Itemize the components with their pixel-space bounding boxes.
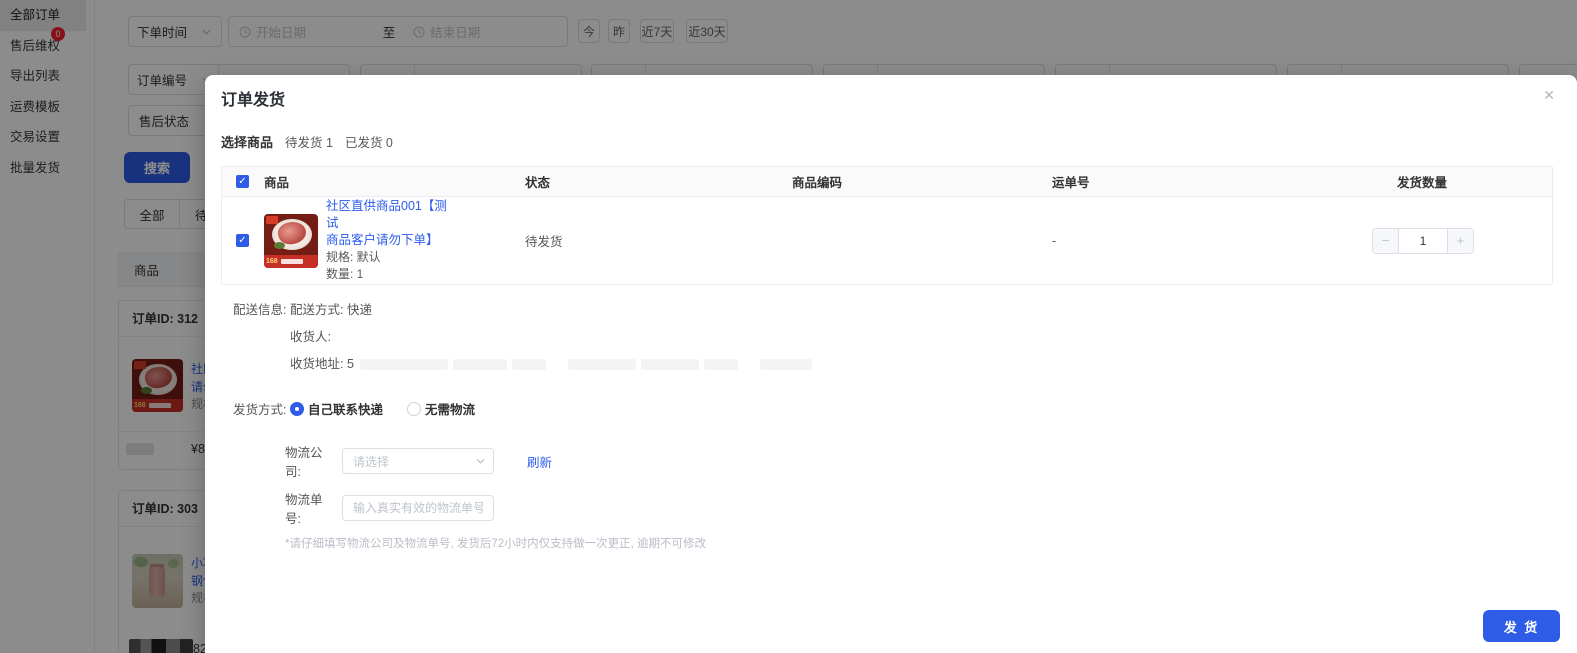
address-prefix: 收货地址: 5 [290, 351, 354, 378]
label-shape [266, 216, 278, 224]
col-waybill: 运单号 [1044, 172, 1294, 191]
shipment-product-table: ✓ 商品 状态 商品编码 运单号 发货数量 ✓ 168 [221, 166, 1553, 285]
col-status: 状态 [525, 172, 792, 191]
greens-shape [274, 242, 285, 249]
quantity-input[interactable] [1399, 229, 1447, 253]
product-qty: 数量: 1 [326, 266, 456, 283]
redacted-address [760, 359, 812, 370]
redacted-address [641, 359, 699, 370]
waybill-cell: - [1044, 234, 1294, 248]
product-name-link[interactable]: 社区直供商品001【测试 [326, 198, 456, 232]
status-cell: 待发货 [525, 231, 792, 250]
logistics-no-field: 物流单号: [285, 489, 494, 527]
chevron-down-icon [476, 458, 485, 464]
receiver: 收货人: [290, 324, 817, 351]
redacted-address [512, 359, 546, 370]
radio-option-self-express[interactable]: 自己联系快递 [290, 399, 383, 418]
redacted-address [704, 359, 738, 370]
col-ship-qty: 发货数量 [1294, 172, 1552, 191]
row-checkbox[interactable]: ✓ [236, 234, 249, 247]
select-product-label: 选择商品 [221, 132, 273, 151]
modal-title: 订单发货 [221, 86, 285, 110]
select-product-summary: 选择商品 待发货 1 已发货 0 [221, 132, 393, 151]
ship-method-label: 发货方式: [233, 399, 290, 418]
logistics-no-label: 物流单号: [285, 489, 337, 527]
refresh-link[interactable]: 刷新 [527, 452, 552, 471]
shipped-count: 已发货 0 [345, 132, 393, 151]
product-cell: 168 社区直供商品001【测试 商品客户请勿下单】 规格: 默认 数量: 1 [262, 198, 525, 283]
delivery-method: 配送方式: 快递 [290, 297, 817, 324]
logistics-company-field: 物流公司: 请选择 刷新 [285, 442, 552, 480]
delivery-info-section: 配送信息: 配送方式: 快递 收货人: 收货地址: 5 [233, 297, 817, 378]
product-name-link[interactable]: 商品客户请勿下单】 [326, 232, 456, 249]
table-row: ✓ 168 社区直供商品001【测试 商品客户请勿下单 [222, 197, 1552, 284]
logistics-company-select[interactable]: 请选择 [342, 448, 494, 474]
price-tag: 168 [264, 258, 278, 265]
product-name-block: 社区直供商品001【测试 商品客户请勿下单】 规格: 默认 数量: 1 [326, 198, 456, 283]
logistics-company-placeholder: 请选择 [353, 453, 476, 470]
logistics-no-input[interactable] [342, 495, 494, 521]
table-header-row: ✓ 商品 状态 商品编码 运单号 发货数量 [222, 167, 1552, 197]
radio-option-no-logistics[interactable]: 无需物流 [407, 399, 475, 418]
col-code: 商品编码 [792, 172, 1044, 191]
radio-label: 无需物流 [425, 399, 475, 418]
delivery-info-content: 配送方式: 快递 收货人: 收货地址: 5 [290, 297, 817, 378]
ship-method-section: 发货方式: 自己联系快递 无需物流 [233, 395, 499, 422]
logistics-company-label: 物流公司: [285, 442, 337, 480]
redacted-address [360, 359, 448, 370]
ship-submit-button[interactable]: 发 货 [1483, 610, 1560, 642]
ship-qty-cell: − + [1294, 228, 1552, 254]
close-icon[interactable]: ✕ [1543, 86, 1555, 104]
meat-product-image: 168 [264, 214, 318, 268]
redacted-address [453, 359, 507, 370]
strip-text-shape [281, 259, 303, 264]
receiver-address: 收货地址: 5 [290, 351, 817, 378]
radio-label: 自己联系快递 [308, 399, 383, 418]
price-strip: 168 [264, 255, 318, 268]
redacted-address [568, 359, 636, 370]
plus-button[interactable]: + [1447, 229, 1473, 253]
col-product: 商品 [262, 172, 525, 191]
correction-note: *请仔细填写物流公司及物流单号, 发货后72小时内仅支持做一次更正, 逾期不可修… [285, 535, 706, 551]
radio-unselected-icon[interactable] [407, 402, 421, 416]
quantity-stepper: − + [1372, 228, 1474, 254]
pending-count: 待发货 1 [285, 132, 333, 151]
app-root: 全部订单 售后维权 导出列表 运费模板 交易设置 批量发货 0 下单时间 开始日… [0, 0, 1577, 653]
radio-selected-icon[interactable] [290, 402, 304, 416]
order-shipment-modal: 订单发货 ✕ 选择商品 待发货 1 已发货 0 ✓ 商品 状态 商品编码 运单号… [205, 75, 1577, 653]
select-all-checkbox[interactable]: ✓ [236, 175, 249, 188]
product-spec: 规格: 默认 [326, 249, 456, 266]
delivery-info-label: 配送信息: [233, 297, 290, 378]
minus-button[interactable]: − [1373, 229, 1399, 253]
